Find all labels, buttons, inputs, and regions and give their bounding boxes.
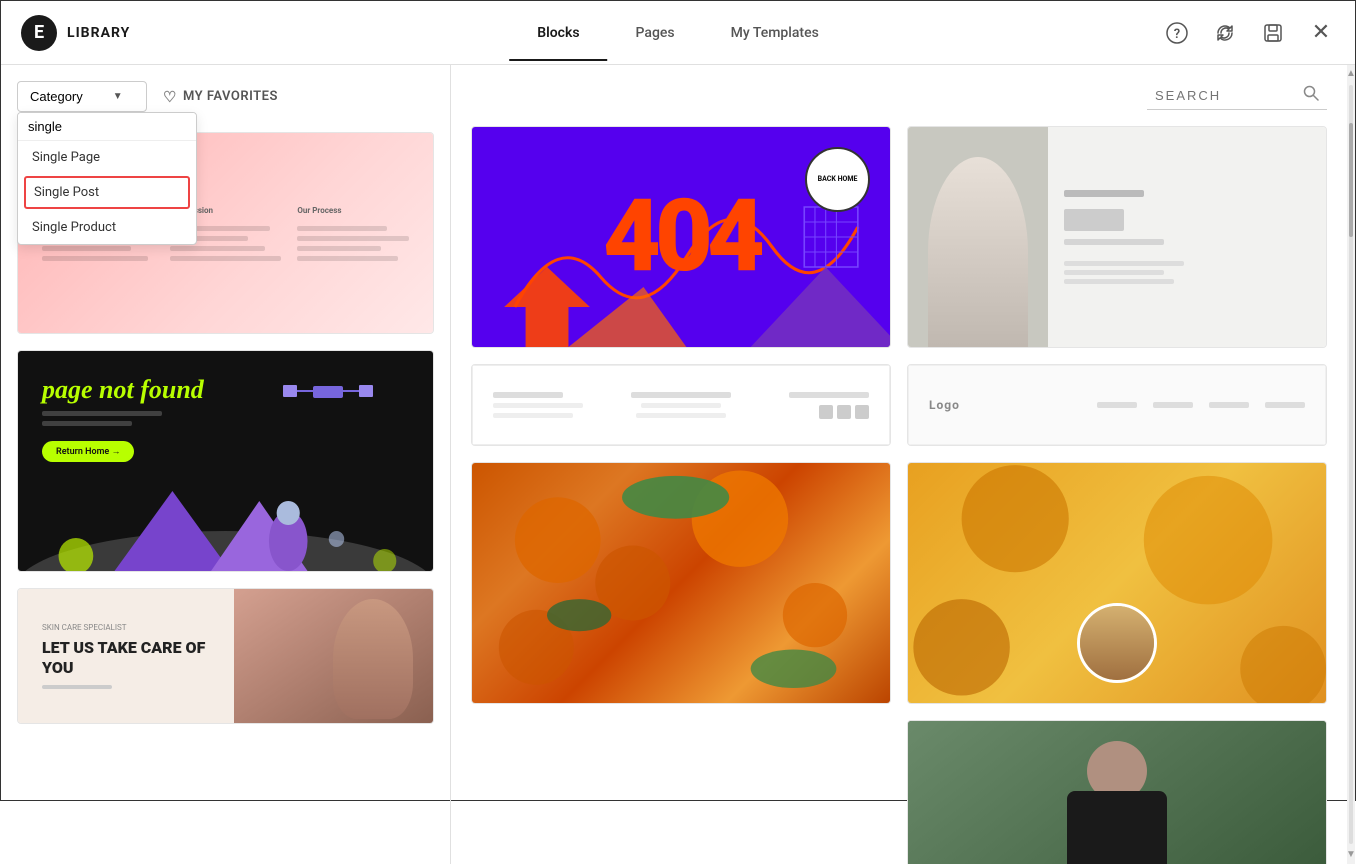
logo-icon: E bbox=[21, 15, 57, 51]
scroll-down-icon[interactable]: ▼ bbox=[1346, 850, 1355, 860]
template-card-profile-food[interactable] bbox=[907, 462, 1327, 704]
help-icon[interactable]: ? bbox=[1163, 19, 1191, 47]
logo-area: E LIBRARY bbox=[21, 15, 181, 51]
logo-text: LIBRARY bbox=[67, 25, 130, 41]
template-card-chef-green[interactable]: Felix Smith Delivery of healthy food bbox=[907, 720, 1327, 864]
tab-my-templates[interactable]: My Templates bbox=[703, 5, 847, 61]
profile-avatar bbox=[1077, 603, 1157, 683]
template-card-footer-strip[interactable] bbox=[471, 364, 891, 446]
heart-icon: ♡ bbox=[163, 88, 177, 106]
search-input-wrap bbox=[1147, 81, 1327, 110]
scroll-up-icon[interactable]: ▲ bbox=[1346, 69, 1355, 79]
left-card-3-wrapper: SKIN CARE SPECIALIST LET US TAKE CARE OF… bbox=[1, 588, 450, 740]
search-icon[interactable] bbox=[1303, 85, 1319, 105]
template-card-404-dark[interactable]: page not found Return Home → bbox=[17, 350, 434, 572]
tab-blocks[interactable]: Blocks bbox=[509, 5, 607, 61]
right-content: 404 bbox=[451, 65, 1347, 864]
header-actions: ? ✕ bbox=[1163, 19, 1335, 47]
four-oh-four-text: 404 bbox=[603, 187, 759, 287]
food-illustration bbox=[472, 463, 890, 703]
template-grid: 404 bbox=[471, 126, 1327, 864]
left-card-2-wrapper: page not found Return Home → bbox=[1, 350, 450, 588]
close-icon[interactable]: ✕ bbox=[1307, 19, 1335, 47]
template-card-beauty[interactable]: SKIN CARE SPECIALIST LET US TAKE CARE OF… bbox=[17, 588, 434, 724]
template-card-nav-header[interactable]: Logo bbox=[907, 364, 1327, 446]
nav-tabs: Blocks Pages My Templates bbox=[509, 5, 847, 61]
process-label: Our Process bbox=[297, 206, 409, 215]
dark-illustration bbox=[18, 451, 433, 571]
scroll-thumb[interactable] bbox=[1349, 123, 1353, 237]
left-panel: Category ▼ Single Page Single Post Singl… bbox=[1, 65, 451, 864]
dropdown-item-single-product[interactable]: Single Product bbox=[18, 211, 196, 244]
template-card-orange-food[interactable] bbox=[471, 462, 891, 704]
dropdown-item-single-page[interactable]: Single Page bbox=[18, 141, 196, 174]
dropdown-item-single-post[interactable]: Single Post bbox=[24, 176, 190, 209]
template-card-purple-404[interactable]: 404 bbox=[471, 126, 891, 348]
search-bar bbox=[471, 81, 1327, 110]
scrollbar: ▲ ▼ bbox=[1347, 65, 1355, 864]
beauty-photo bbox=[234, 589, 433, 723]
return-home-button[interactable]: Return Home → bbox=[42, 441, 134, 462]
save-icon[interactable] bbox=[1259, 19, 1287, 47]
template-card-doctor[interactable] bbox=[907, 126, 1327, 348]
beauty-sub-label: SKIN CARE SPECIALIST bbox=[42, 623, 222, 632]
refresh-icon[interactable] bbox=[1211, 19, 1239, 47]
dropdown-menu: Single Page Single Post Single Product bbox=[17, 112, 197, 245]
back-home-badge[interactable]: BACK HOME bbox=[805, 147, 870, 212]
page-not-found-text: page not found bbox=[42, 375, 204, 405]
main-layout: Category ▼ Single Page Single Post Singl… bbox=[1, 65, 1355, 864]
category-button[interactable]: Category ▼ bbox=[17, 81, 147, 112]
svg-text:?: ? bbox=[1174, 27, 1180, 42]
category-dropdown[interactable]: Category ▼ Single Page Single Post Singl… bbox=[17, 81, 147, 112]
scroll-track bbox=[1349, 85, 1353, 844]
satellite-icon bbox=[283, 371, 373, 411]
filter-row: Category ▼ Single Page Single Post Singl… bbox=[1, 65, 450, 120]
dropdown-arrow-icon: ▼ bbox=[113, 91, 123, 102]
nav-logo-label: Logo bbox=[929, 398, 960, 412]
search-input[interactable] bbox=[1155, 88, 1295, 103]
right-panel: 404 bbox=[451, 65, 1355, 864]
favorites-button[interactable]: ♡ MY FAVORITES bbox=[163, 88, 278, 106]
header: E LIBRARY Blocks Pages My Templates ? bbox=[1, 1, 1355, 65]
beauty-title: LET US TAKE CARE OF YOU bbox=[42, 638, 222, 676]
tab-pages[interactable]: Pages bbox=[608, 5, 703, 61]
dropdown-search-input[interactable] bbox=[18, 113, 196, 141]
